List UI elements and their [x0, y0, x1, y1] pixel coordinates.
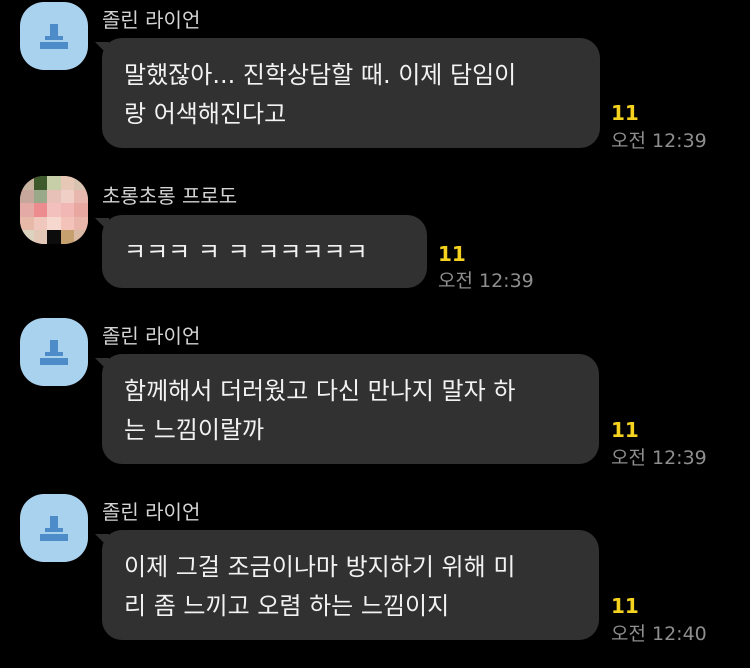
unread-count: 11	[611, 594, 639, 618]
avatar-pixel	[33, 176, 48, 190]
message-text-line: 랑 어색해진다고	[124, 100, 287, 128]
message-text-line: 말했잖아... 진학상담할 때. 이제 담임이	[124, 61, 517, 89]
sender-name: 졸린 라이언	[102, 500, 201, 524]
avatar-pixel	[20, 189, 34, 204]
message-bubble[interactable]: ㅋㅋㅋ ㅋ ㅋ ㅋㅋㅋㅋㅋ	[102, 215, 427, 288]
avatar-pixel	[60, 189, 75, 204]
message-time: 오전 12:39	[611, 447, 707, 469]
default-profile-icon	[40, 516, 68, 541]
avatar-pixel	[20, 230, 34, 244]
avatar-pixel	[60, 176, 75, 190]
avatar-pixel	[74, 176, 88, 190]
message-bubble[interactable]: 함께해서 더러웠고 다신 만나지 말자 하 는 느낌이랄까	[102, 354, 599, 464]
avatar-pixel	[33, 189, 48, 204]
avatar-pixel	[74, 203, 88, 217]
message-text-line: 리 좀 느끼고 오렴 하는 느낌이지	[124, 592, 450, 620]
message-bubble[interactable]: 말했잖아... 진학상담할 때. 이제 담임이 랑 어색해진다고	[102, 38, 600, 148]
avatar-pixel	[47, 230, 61, 244]
avatar-pixel	[20, 203, 34, 217]
sender-name: 초롱초롱 프로도	[102, 184, 238, 208]
avatar-pixel	[33, 230, 48, 244]
unread-count: 11	[611, 418, 639, 442]
default-profile-icon	[40, 24, 68, 49]
message-time: 오전 12:39	[438, 270, 534, 292]
chat-room[interactable]: 졸린 라이언 말했잖아... 진학상담할 때. 이제 담임이 랑 어색해진다고 …	[0, 0, 750, 668]
message-bubble[interactable]: 이제 그걸 조금이나마 방지하기 위해 미 리 좀 느끼고 오렴 하는 느낌이지	[102, 530, 599, 640]
avatar-pixel	[33, 203, 48, 217]
message-time: 오전 12:39	[611, 130, 707, 152]
avatar-pixel	[47, 176, 61, 190]
avatar-pixel	[47, 216, 61, 231]
profile-avatar[interactable]	[20, 176, 88, 244]
avatar-pixel	[60, 203, 75, 217]
profile-avatar[interactable]	[20, 318, 88, 386]
avatar-pixel	[74, 230, 88, 244]
message-text-line: 이제 그걸 조금이나마 방지하기 위해 미	[124, 553, 516, 581]
message-text-line: 함께해서 더러웠고 다신 만나지 말자 하	[124, 377, 516, 405]
avatar-pixel	[60, 230, 75, 244]
avatar-pixel	[74, 216, 88, 231]
message-text-line: ㅋㅋㅋ ㅋ ㅋ ㅋㅋㅋㅋㅋ	[124, 238, 368, 266]
profile-avatar[interactable]	[20, 2, 88, 70]
default-profile-icon	[40, 340, 68, 365]
message-text-line: 는 느낌이랄까	[124, 416, 265, 444]
avatar-pixel	[33, 216, 48, 231]
message-time: 오전 12:40	[611, 623, 707, 645]
avatar-pixel	[60, 216, 75, 231]
avatar-pixel	[74, 189, 88, 204]
sender-name: 졸린 라이언	[102, 324, 201, 348]
avatar-pixel	[47, 189, 61, 204]
avatar-pixel	[20, 216, 34, 231]
avatar-pixel	[47, 203, 61, 217]
unread-count: 11	[611, 101, 639, 125]
sender-name: 졸린 라이언	[102, 8, 201, 32]
profile-avatar[interactable]	[20, 494, 88, 562]
avatar-pixel	[20, 176, 34, 190]
unread-count: 11	[438, 242, 466, 266]
